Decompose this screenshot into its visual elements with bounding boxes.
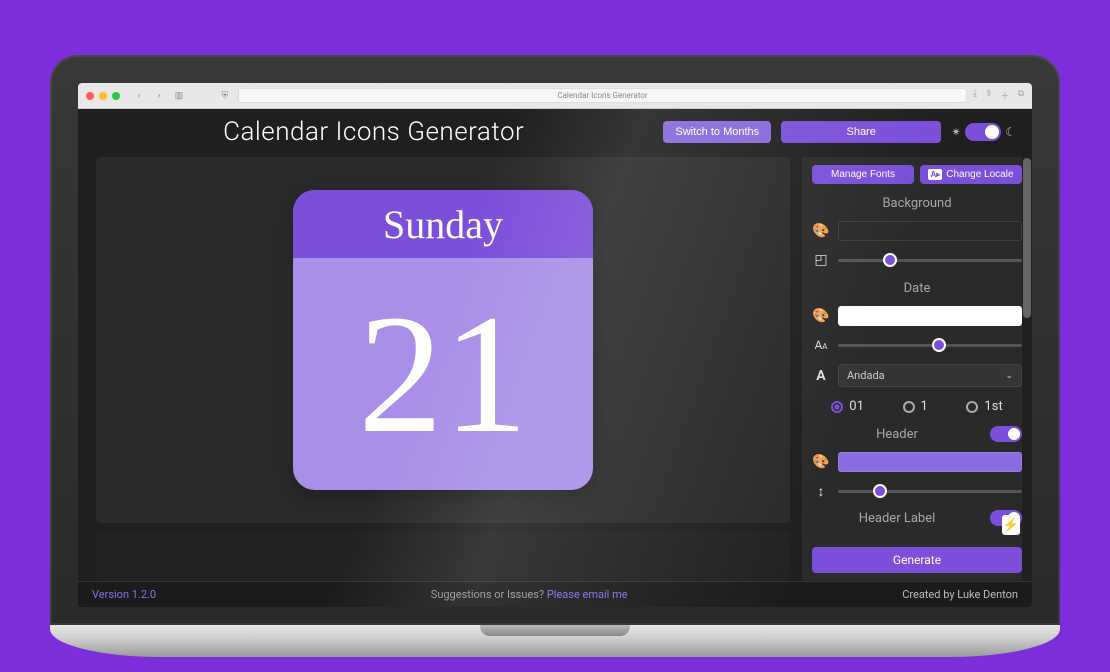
page-title: Calendar Icons Generator xyxy=(557,91,647,100)
settings-panel: Manage Fonts A▸ Change Locale Background… xyxy=(802,157,1032,581)
corner-radius-icon: ◰ xyxy=(812,252,830,268)
forward-icon[interactable]: › xyxy=(152,89,166,103)
new-tab-icon[interactable]: ＋ xyxy=(1001,89,1010,102)
traffic-lights xyxy=(86,92,120,100)
change-locale-label: Change Locale xyxy=(946,169,1013,180)
footer-suggestions: Suggestions or Issues? Please email me xyxy=(156,588,902,601)
header-enable-toggle[interactable] xyxy=(990,426,1022,442)
app-header: Calendar Icons Generator Switch to Month… xyxy=(78,109,1032,157)
palette-icon: 🎨 xyxy=(812,308,830,324)
background-color-swatch[interactable] xyxy=(838,221,1022,241)
email-link[interactable]: Please email me xyxy=(547,588,628,601)
format-option-1st[interactable]: 1st xyxy=(966,399,1002,414)
format-option-1[interactable]: 1 xyxy=(903,399,928,414)
version-label: Version 1.2.0 xyxy=(92,588,156,601)
back-icon[interactable]: ‹ xyxy=(132,89,146,103)
font-size-icon: AA xyxy=(812,338,830,352)
app-footer: Version 1.2.0 Suggestions or Issues? Ple… xyxy=(78,581,1032,607)
height-icon: ↕ xyxy=(812,483,830,500)
date-group-title: Date xyxy=(812,281,1022,296)
app-root: Calendar Icons Generator Switch to Month… xyxy=(78,109,1032,607)
switch-mode-button[interactable]: Switch to Months xyxy=(663,121,771,143)
palette-icon: 🎨 xyxy=(812,454,830,470)
date-size-slider[interactable] xyxy=(838,336,1022,354)
app-title: Calendar Icons Generator xyxy=(94,117,653,147)
date-font-value: Andada xyxy=(847,369,885,382)
manage-fonts-button[interactable]: Manage Fonts xyxy=(812,165,914,184)
browser-chrome: ‹ › ▥ ⛨ Calendar Icons Generator ⤓ ⇪ ＋ ⧉ xyxy=(78,83,1032,109)
font-family-icon: A xyxy=(812,368,830,384)
chevron-down-icon: ⌄ xyxy=(1005,371,1013,381)
palette-icon: 🎨 xyxy=(812,223,830,239)
generate-button[interactable]: Generate xyxy=(812,547,1022,573)
maximize-icon[interactable] xyxy=(112,92,120,100)
calendar-date-number: 21 xyxy=(293,258,593,490)
background-radius-slider[interactable] xyxy=(838,251,1022,269)
sun-icon: ✴ xyxy=(951,125,961,139)
address-bar[interactable]: Calendar Icons Generator xyxy=(238,88,967,103)
date-font-select[interactable]: Andada ⌄ xyxy=(838,364,1022,387)
share-button[interactable]: Share xyxy=(781,121,941,143)
theme-toggle[interactable]: ✴ ☾ xyxy=(951,123,1016,141)
lightning-icon[interactable]: ⚡ xyxy=(1002,515,1020,535)
scrollbar[interactable] xyxy=(1022,157,1032,581)
date-color-swatch[interactable] xyxy=(838,306,1022,326)
share-icon[interactable]: ⇪ xyxy=(985,89,993,102)
close-icon[interactable] xyxy=(86,92,94,100)
header-label-group-title: Header Label xyxy=(812,511,982,526)
minimize-icon[interactable] xyxy=(99,92,107,100)
footer-credit: Created by Luke Denton xyxy=(902,588,1018,601)
preview-bottom-bar xyxy=(96,531,790,581)
shield-icon[interactable]: ⛨ xyxy=(218,89,232,103)
background-group-title: Background xyxy=(812,196,1022,211)
dark-mode-toggle[interactable] xyxy=(965,123,1001,141)
format-option-01[interactable]: 01 xyxy=(831,399,864,414)
calendar-header: Sunday xyxy=(293,190,593,258)
workbench: Sunday 21 Manage Fonts A▸ Change xyxy=(78,157,1032,581)
sidebar-icon[interactable]: ▥ xyxy=(172,89,186,103)
moon-icon: ☾ xyxy=(1005,125,1016,139)
date-format-radios: 01 1 1st xyxy=(812,397,1022,416)
laptop-base xyxy=(50,625,1060,657)
header-group-title: Header xyxy=(812,427,982,442)
header-color-swatch[interactable] xyxy=(838,452,1022,472)
download-icon[interactable]: ⤓ xyxy=(973,89,977,102)
calendar-icon-preview: Sunday 21 xyxy=(293,190,593,490)
header-height-slider[interactable] xyxy=(838,482,1022,500)
preview-canvas: Sunday 21 xyxy=(96,157,790,523)
canvas-pane: Sunday 21 xyxy=(78,157,802,581)
locale-icon: A▸ xyxy=(928,169,942,180)
tabs-icon[interactable]: ⧉ xyxy=(1018,89,1024,102)
change-locale-button[interactable]: A▸ Change Locale xyxy=(920,165,1022,184)
